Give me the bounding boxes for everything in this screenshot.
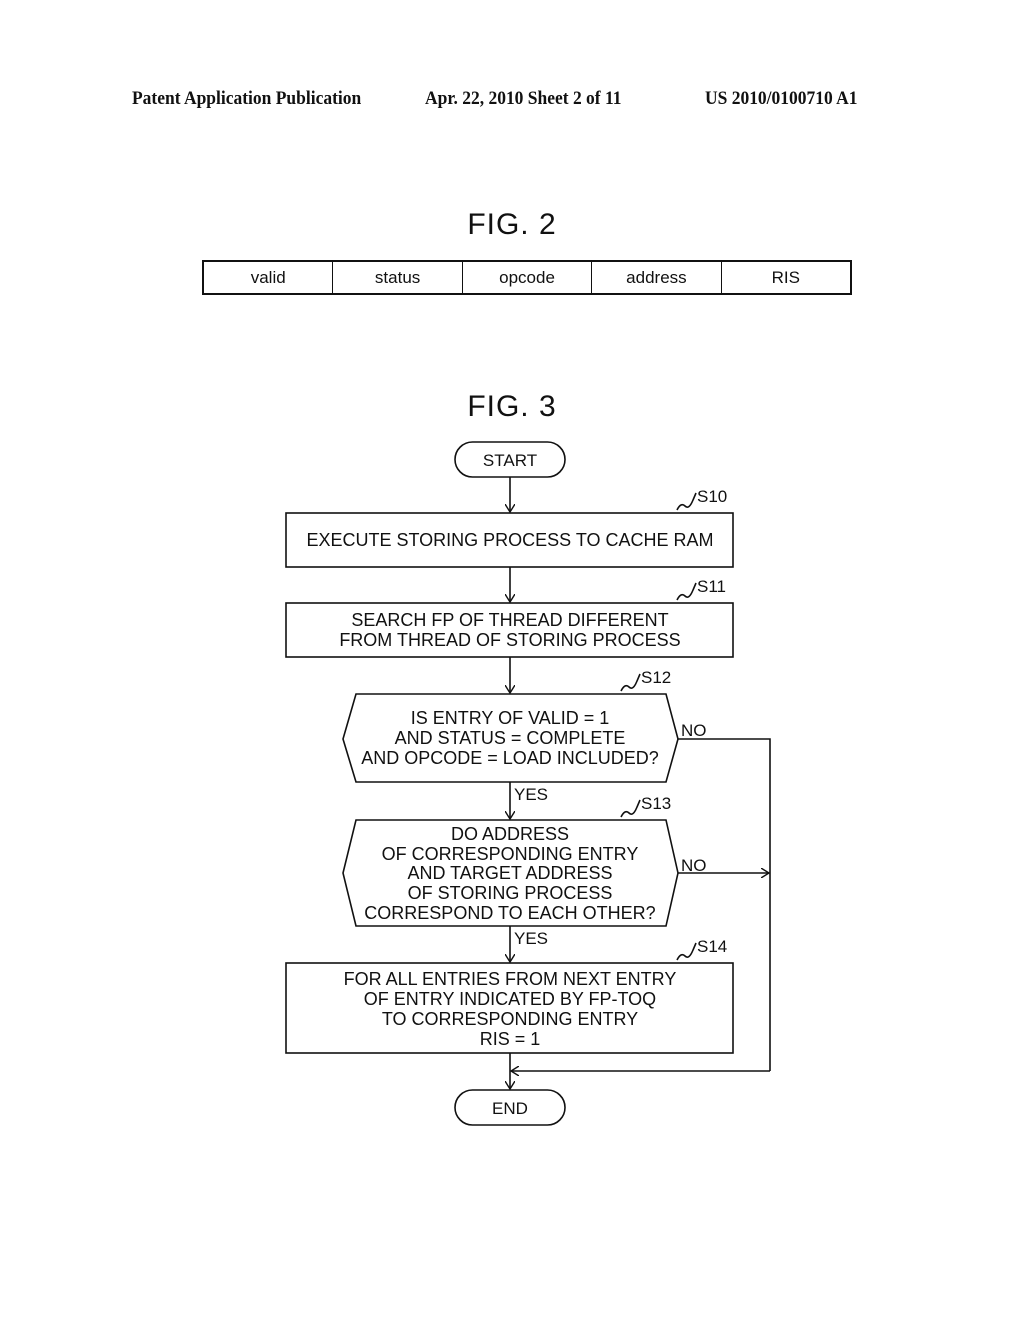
s11-label: S11 xyxy=(697,577,726,596)
s12-text-line1: IS ENTRY OF VALID = 1 xyxy=(411,708,610,728)
s14-text-line4: RIS = 1 xyxy=(480,1029,541,1049)
s12-label: S12 xyxy=(641,668,671,687)
start-label: START xyxy=(483,451,537,470)
s14-leader xyxy=(676,942,697,961)
s12-leader xyxy=(620,673,641,692)
s13-leader xyxy=(620,799,641,818)
s14-text-line1: FOR ALL ENTRIES FROM NEXT ENTRY xyxy=(344,969,677,989)
s13-text-line4: OF STORING PROCESS xyxy=(408,883,613,903)
s13-label: S13 xyxy=(641,794,671,813)
s13-text-line3: AND TARGET ADDRESS xyxy=(407,863,612,883)
s12-text-line2: AND STATUS = COMPLETE xyxy=(395,728,626,748)
s13-text-line5: CORRESPOND TO EACH OTHER? xyxy=(364,903,655,923)
s14-text-line3: TO CORRESPONDING ENTRY xyxy=(382,1009,638,1029)
s12-no-line xyxy=(678,738,771,1071)
end-label: END xyxy=(492,1099,528,1118)
s10-label: S10 xyxy=(697,487,727,506)
s11-leader xyxy=(676,582,697,601)
flowchart: START END EXECUTE STORING PROCESS TO CAC… xyxy=(285,441,771,1126)
s10-text: EXECUTE STORING PROCESS TO CACHE RAM xyxy=(306,530,713,550)
s13-yes-label: YES xyxy=(514,929,548,948)
s12-yes-label: YES xyxy=(514,785,548,804)
s13-text-line1: DO ADDRESS xyxy=(451,824,569,844)
s10-leader xyxy=(676,492,697,511)
s12-text-line3: AND OPCODE = LOAD INCLUDED? xyxy=(361,748,659,768)
s14-text-line2: OF ENTRY INDICATED BY FP-TOQ xyxy=(364,989,656,1009)
s14-label: S14 xyxy=(697,937,727,956)
s13-text-line2: OF CORRESPONDING ENTRY xyxy=(382,844,639,864)
s11-text-line2: FROM THREAD OF STORING PROCESS xyxy=(339,630,680,650)
s12-no-label: NO xyxy=(681,721,707,740)
s13-no-label: NO xyxy=(681,856,707,875)
s11-text-line1: SEARCH FP OF THREAD DIFFERENT xyxy=(351,610,668,630)
